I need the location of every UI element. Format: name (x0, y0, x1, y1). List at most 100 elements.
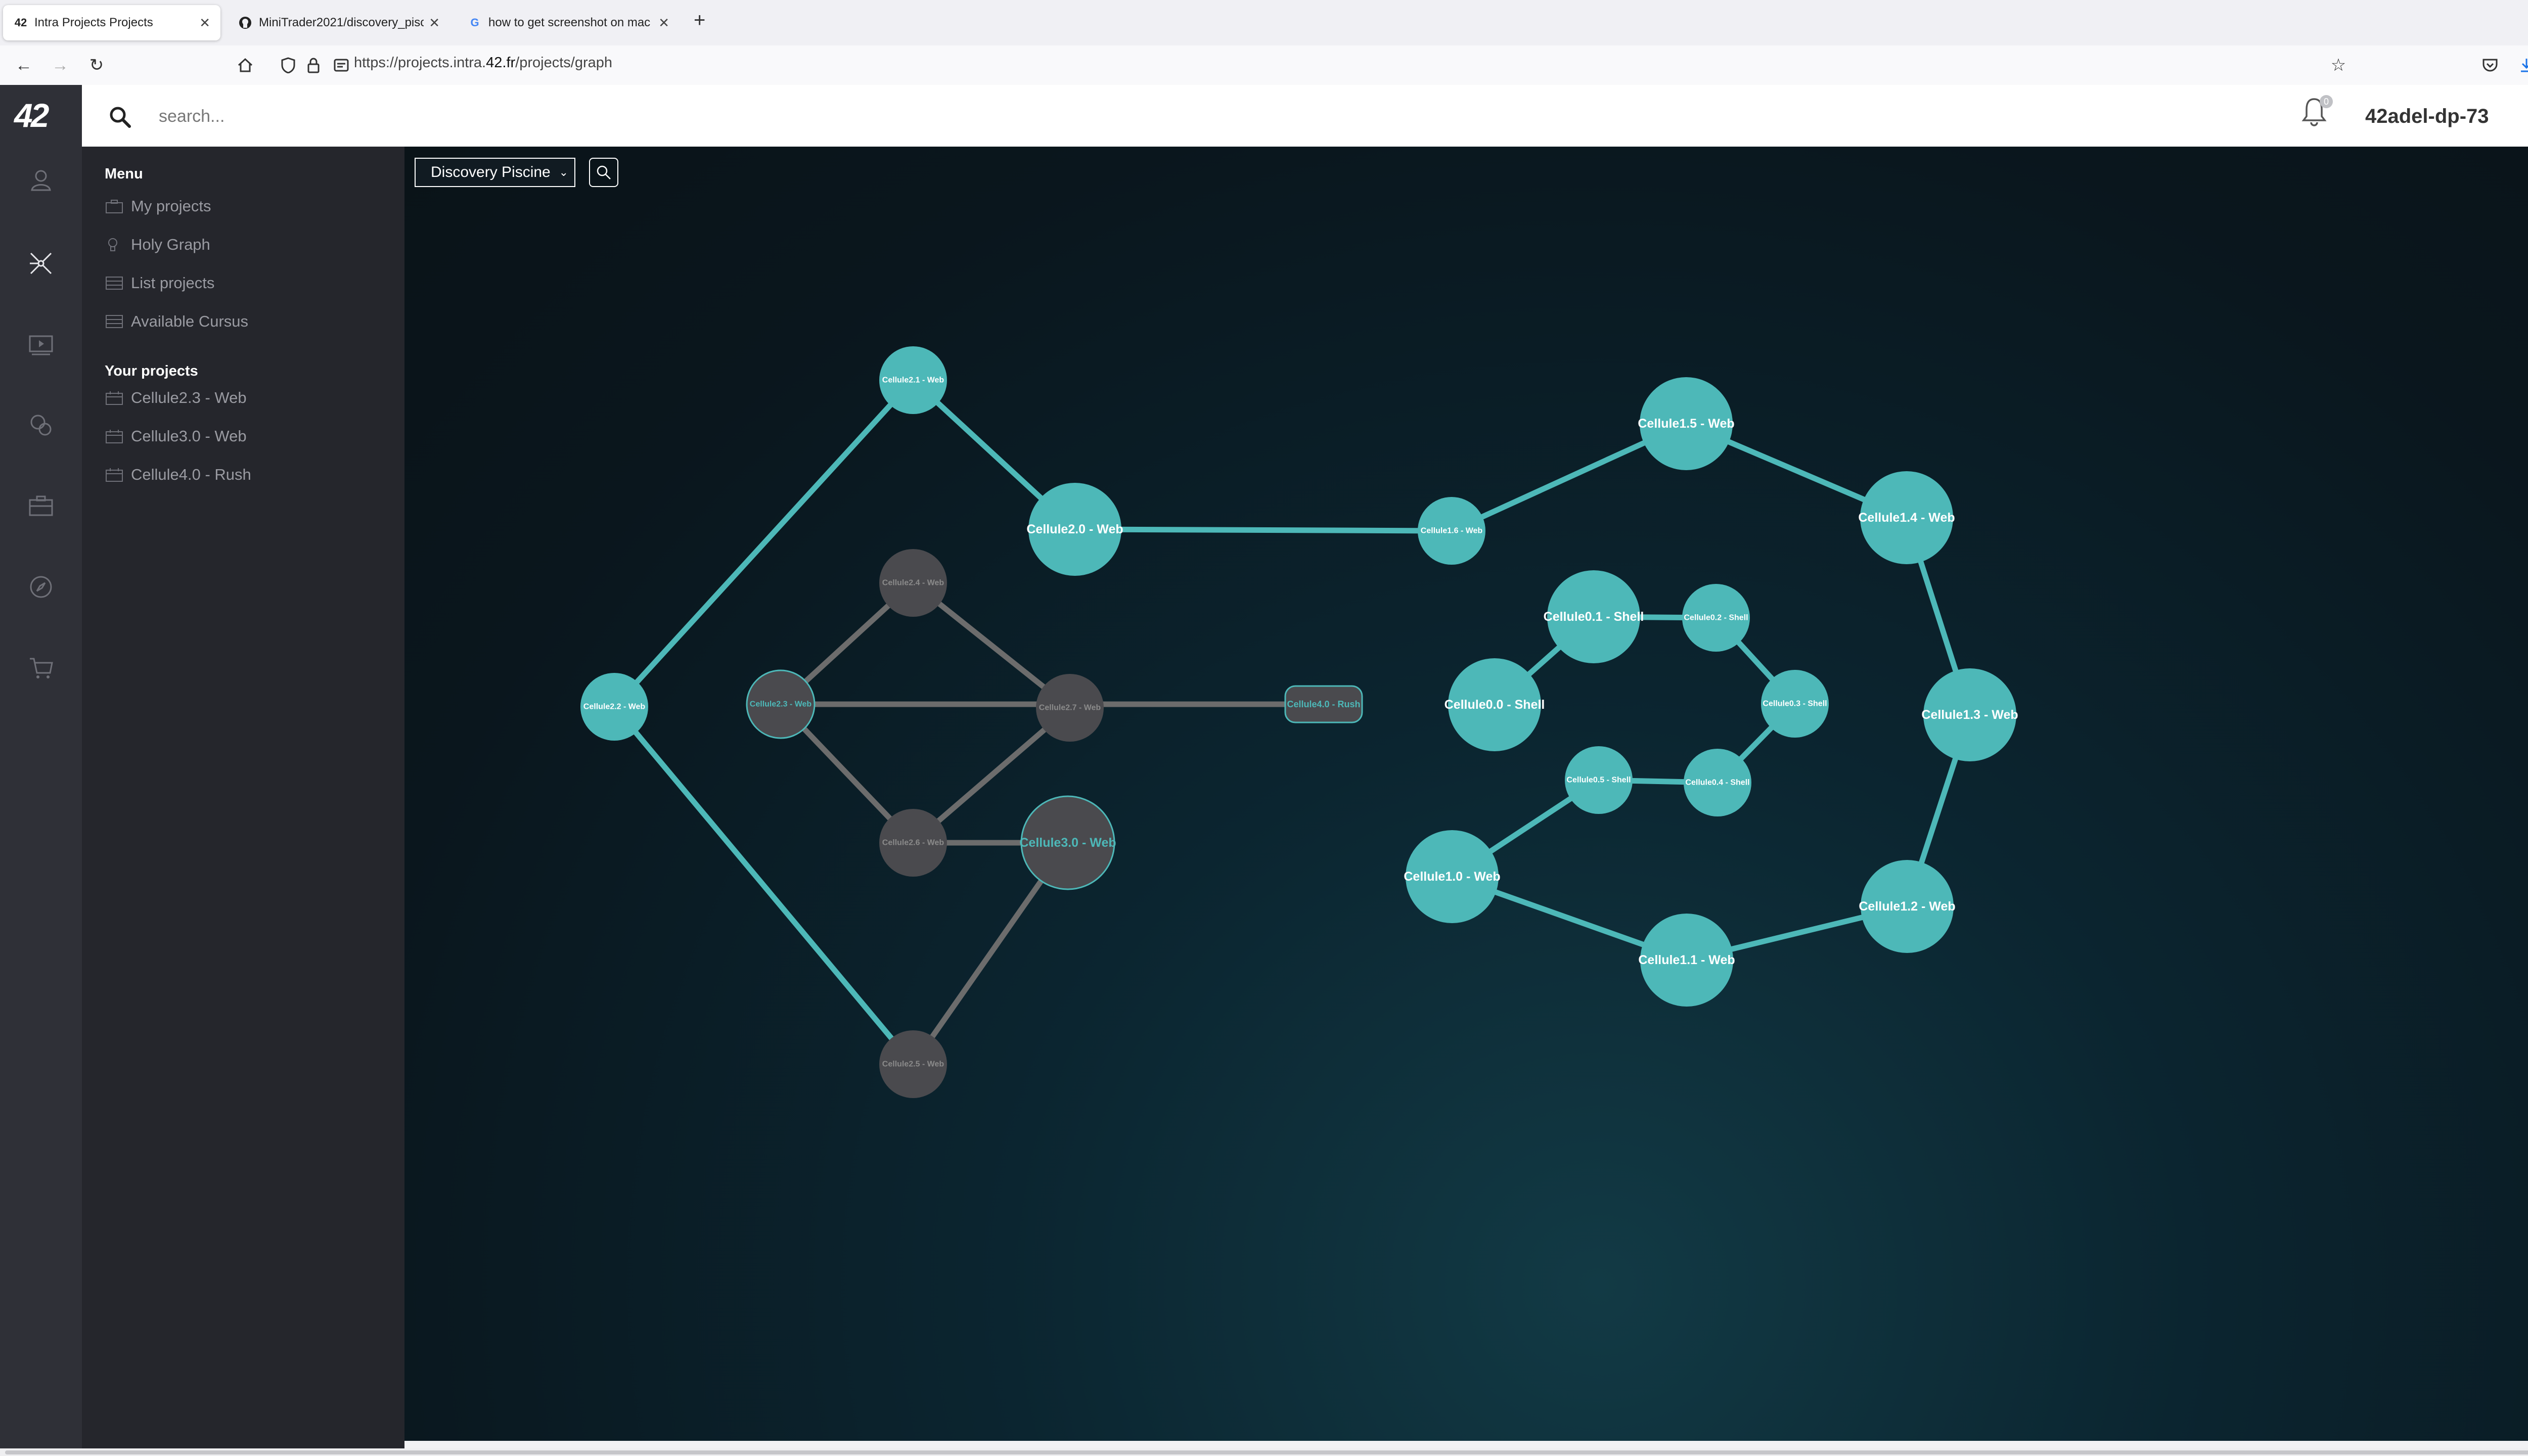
close-tab-icon[interactable]: ✕ (658, 15, 669, 31)
url-path: /projects/graph (515, 55, 612, 71)
graph-node[interactable]: Cellule0.2 - Shell (1682, 584, 1750, 652)
shop-cart-icon[interactable] (27, 654, 55, 682)
search-input[interactable] (158, 104, 766, 128)
close-tab-icon[interactable]: ✕ (429, 15, 440, 31)
github-icon (238, 15, 253, 30)
lock-icon[interactable] (301, 53, 326, 78)
graph-node[interactable]: Cellule2.1 - Web (879, 346, 947, 414)
graph-search-button[interactable] (589, 158, 618, 187)
tab-title: Intra Projects Projects (34, 16, 153, 29)
calendar-icon (106, 391, 123, 405)
graph-network-icon[interactable] (27, 249, 55, 278)
graph-node[interactable]: Cellule2.2 - Web (580, 673, 648, 741)
graph-node[interactable]: Cellule0.3 - Shell (1761, 670, 1829, 738)
cursus-select[interactable]: Discovery Piscine ⌄ (415, 158, 575, 187)
search-icon[interactable] (108, 105, 132, 129)
briefcase-icon[interactable] (27, 492, 55, 520)
url-domain: 42.fr (486, 55, 516, 71)
home-icon[interactable] (233, 53, 258, 78)
menu-item-holy-graph[interactable]: Holy Graph (105, 234, 210, 256)
new-tab-icon[interactable]: + (694, 9, 705, 32)
menu-heading: Menu (105, 166, 143, 182)
graph-node-label: Cellule2.4 - Web (882, 579, 944, 587)
project-item-label: Cellule2.3 - Web (131, 389, 247, 406)
project-item-label: Cellule4.0 - Rush (131, 466, 251, 483)
graph-node[interactable]: Cellule0.4 - Shell (1684, 749, 1751, 816)
compass-icon[interactable] (27, 573, 55, 601)
graph-node[interactable]: Cellule0.5 - Shell (1565, 746, 1633, 814)
url-bar[interactable]: https://projects.intra.42.fr/projects/gr… (354, 55, 612, 71)
horizontal-scrollbar[interactable] (0, 1448, 2528, 1456)
graph-node[interactable]: Cellule1.4 - Web (1858, 471, 1955, 564)
graph-node-label: Cellule1.5 - Web (1638, 417, 1734, 431)
tab-title: how to get screenshot on mac (488, 16, 651, 29)
forum-icon[interactable] (27, 411, 55, 439)
graph-node[interactable]: Cellule2.7 - Web (1036, 674, 1104, 742)
graph-edge (612, 378, 916, 709)
menu-item-label: My projects (131, 197, 211, 215)
user-icon[interactable] (27, 166, 55, 194)
chevron-down-icon: ⌄ (559, 166, 568, 178)
42-logo[interactable]: 42 (14, 96, 49, 134)
graph-node[interactable]: Cellule1.3 - Web (1921, 668, 2018, 761)
browser-tab-github[interactable]: MiniTrader2021/discovery_pisci ✕ (228, 5, 450, 40)
project-item-label: Cellule3.0 - Web (131, 427, 247, 445)
search-icon (597, 165, 611, 179)
graph-node[interactable]: Cellule3.0 - Web (1019, 795, 1116, 890)
lightbulb-icon (108, 238, 117, 251)
bookmark-star-icon[interactable]: ☆ (2326, 53, 2351, 78)
graph-edge (612, 705, 916, 1066)
download-icon[interactable] (2514, 53, 2528, 78)
forward-icon[interactable]: → (48, 53, 73, 78)
browser-tab-bar: 42 Intra Projects Projects ✕ MiniTrader2… (0, 0, 2528, 46)
graph-node[interactable]: Cellule4.0 - Rush (1284, 685, 1363, 723)
pocket-icon[interactable] (2477, 53, 2503, 78)
graph-node-label: Cellule0.0 - Shell (1444, 698, 1545, 712)
your-projects-heading: Your projects (105, 363, 198, 379)
graph-node[interactable]: Cellule2.4 - Web (879, 549, 947, 617)
app-top-bar: 0 42adel-dp-73 (82, 85, 2528, 147)
page-info-icon[interactable] (329, 53, 354, 78)
project-item-cellule4-0[interactable]: Cellule4.0 - Rush (105, 464, 251, 486)
graph-node[interactable]: Cellule2.6 - Web (879, 809, 947, 877)
close-tab-icon[interactable]: ✕ (199, 15, 210, 31)
list-icon (106, 277, 123, 290)
project-item-cellule3-0[interactable]: Cellule3.0 - Web (105, 425, 247, 447)
holy-graph-canvas: Cellule2.1 - Web Cellule2.0 - Web Cellule2… (404, 147, 2528, 1441)
username[interactable]: 42adel-dp-73 (2365, 105, 2489, 128)
browser-tab-intra[interactable]: 42 Intra Projects Projects ✕ (3, 5, 220, 40)
back-icon[interactable]: ← (11, 53, 36, 78)
graph-edge (1074, 526, 1452, 534)
menu-item-list-projects[interactable]: List projects (105, 272, 214, 294)
url-prefix: https://projects.intra. (354, 55, 486, 71)
menu-item-label: Holy Graph (131, 236, 210, 253)
menu-item-my-projects[interactable]: My projects (105, 195, 211, 217)
graph-node-label: Cellule2.3 - Web (750, 700, 812, 709)
graph-node-label: Cellule0.1 - Shell (1544, 610, 1644, 624)
reload-icon[interactable]: ↻ (84, 53, 109, 78)
graph-node-label: Cellule2.0 - Web (1026, 522, 1123, 536)
42-favicon-icon: 42 (14, 16, 27, 29)
menu-item-available-cursus[interactable]: Available Cursus (105, 310, 248, 333)
elearning-icon[interactable] (27, 330, 55, 358)
graph-node[interactable]: Cellule1.1 - Web (1638, 914, 1735, 1007)
graph-node[interactable]: Cellule1.6 - Web (1418, 497, 1485, 565)
graph-node-label: Cellule2.2 - Web (583, 703, 646, 711)
graph-node-label: Cellule1.2 - Web (1859, 899, 1955, 914)
project-item-cellule2-3[interactable]: Cellule2.3 - Web (105, 387, 247, 409)
calendar-icon (106, 468, 123, 482)
holy-graph-svg: Cellule2.1 - Web Cellule2.0 - Web Cellule2… (580, 346, 2018, 1098)
graph-node-label: Cellule1.1 - Web (1638, 953, 1735, 967)
tab-title: MiniTrader2021/discovery_pisci (259, 16, 424, 29)
shield-icon[interactable] (276, 53, 301, 78)
graph-node-label: Cellule1.6 - Web (1421, 527, 1483, 535)
graph-node-label: Cellule2.1 - Web (882, 376, 944, 385)
graph-node[interactable]: Cellule1.5 - Web (1638, 377, 1735, 470)
graph-node[interactable]: Cellule2.3 - Web (746, 669, 816, 739)
graph-node[interactable]: Cellule1.0 - Web (1404, 830, 1501, 923)
browser-tab-google[interactable]: G how to get screenshot on mac ✕ (457, 5, 680, 40)
graph-node[interactable]: Cellule2.5 - Web (879, 1030, 947, 1098)
graph-node-label: Cellule1.4 - Web (1858, 511, 1955, 525)
graph-node[interactable]: Cellule1.2 - Web (1859, 860, 1956, 953)
scrollbar-thumb[interactable] (5, 1450, 2528, 1454)
